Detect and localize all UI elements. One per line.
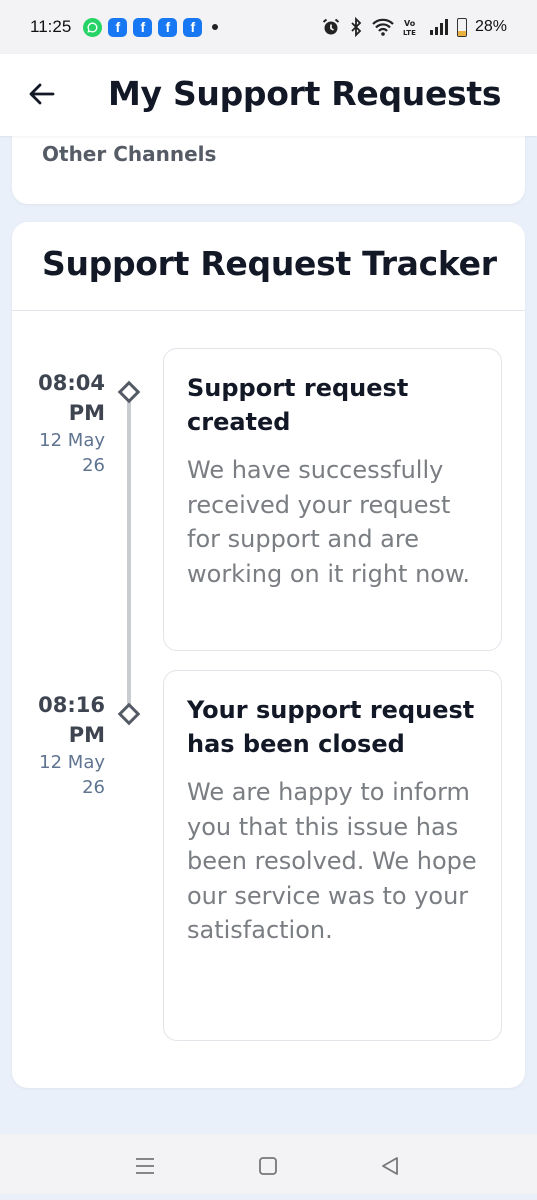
support-request-tracker-card: Support Request Tracker 08:04 PM 12 May …: [12, 222, 525, 1088]
facebook-icon: f: [108, 17, 128, 37]
menu-icon[interactable]: [133, 1154, 157, 1178]
timeline-event-card: Your support request has been closed We …: [163, 670, 502, 1041]
page-title: My Support Requests: [108, 74, 502, 113]
event-title: Support request created: [187, 374, 409, 436]
divider: [12, 310, 525, 311]
timeline-diamond-icon: [117, 702, 141, 726]
volte-icon: Vo LTE: [403, 19, 416, 37]
event-time: 08:04 PM: [38, 371, 105, 425]
svg-text:Vo: Vo: [404, 19, 416, 28]
more-notifications-dot: [212, 24, 219, 30]
system-nav-bar: [0, 1134, 537, 1194]
status-time: 11:25: [30, 17, 72, 36]
timeline-line: [127, 392, 131, 717]
event-date: 12 May 26: [39, 430, 105, 476]
timeline-event-card: Support request created We have successf…: [163, 348, 502, 651]
bottom-strip: [0, 1194, 537, 1200]
battery-icon: [456, 17, 467, 37]
battery-percent: 28%: [474, 18, 507, 35]
facebook-icon: f: [158, 17, 178, 37]
whatsapp-icon: [83, 17, 103, 37]
signal-icon: [429, 19, 448, 35]
wifi-icon: [372, 18, 394, 36]
home-icon[interactable]: [256, 1154, 280, 1178]
timeline-diamond-icon: [117, 380, 141, 404]
app-bar: My Support Requests: [0, 54, 537, 136]
bluetooth-icon: [351, 17, 362, 37]
status-left: 11:25 f f f f: [30, 17, 219, 37]
back-icon[interactable]: [378, 1154, 402, 1178]
tracker-title: Support Request Tracker: [42, 244, 497, 283]
facebook-icon: f: [183, 17, 203, 37]
event-description: We have successfully received your reque…: [187, 456, 471, 588]
status-bar: 11:25 f f f f Vo LTE 28%: [0, 0, 537, 54]
svg-text:LTE: LTE: [403, 29, 416, 37]
status-right: Vo LTE 28%: [321, 17, 507, 37]
event-time-1: 08:04 PM 12 May 26: [12, 368, 105, 478]
alarm-icon: [322, 18, 340, 35]
event-description: We are happy to inform you that this iss…: [187, 778, 477, 944]
facebook-icon: f: [133, 17, 153, 37]
event-date: 12 May 26: [39, 752, 105, 798]
event-title: Your support request has been closed: [187, 696, 475, 758]
back-arrow-icon[interactable]: [26, 78, 58, 110]
event-time-2: 08:16 PM 12 May 26: [12, 690, 105, 800]
battery-fill: [457, 30, 466, 36]
event-time: 08:16 PM: [38, 693, 105, 747]
other-channels-label[interactable]: Other Channels: [42, 142, 216, 166]
